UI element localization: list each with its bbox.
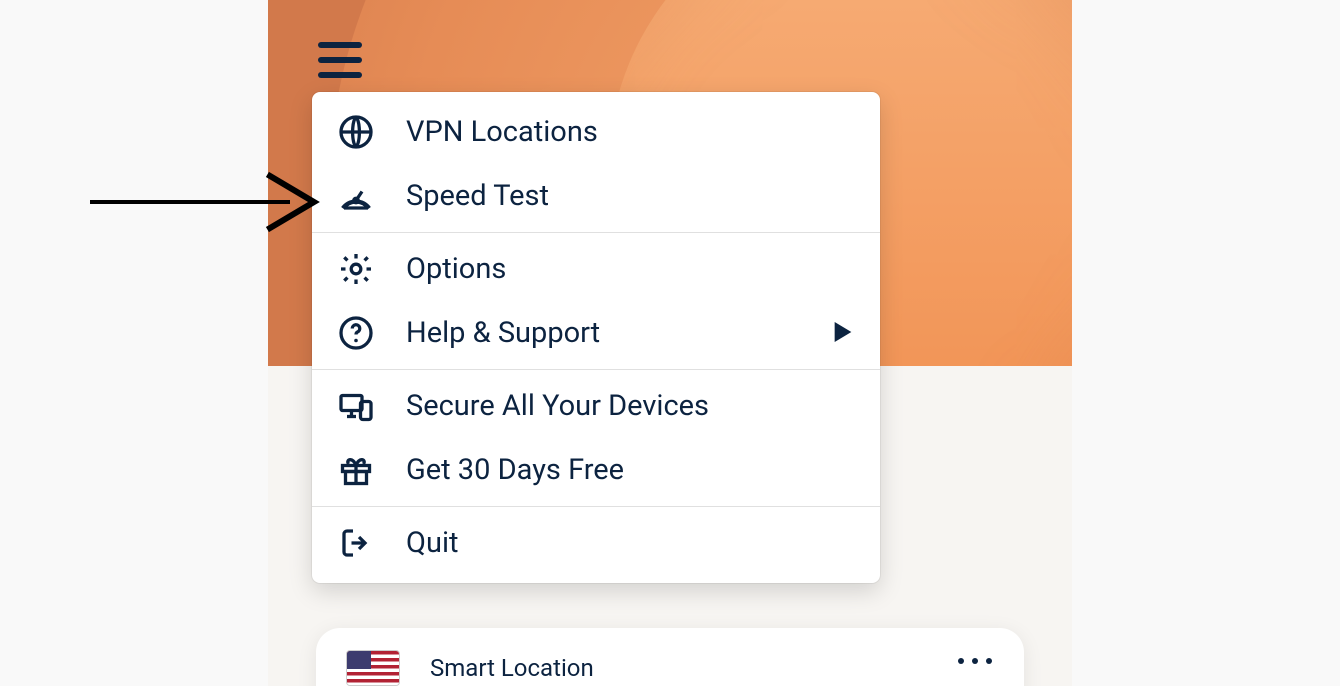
gear-icon [338,251,374,287]
menu-item-secure-devices[interactable]: Secure All Your Devices [312,374,880,438]
more-options-button[interactable] [958,658,992,664]
menu-item-label: Options [406,252,506,286]
menu-item-label: Secure All Your Devices [406,389,709,423]
menu-item-quit[interactable]: Quit [312,511,880,575]
submenu-arrow-icon [834,316,852,350]
hamburger-button[interactable] [318,42,362,78]
menu-item-label: Quit [406,526,458,560]
menu-item-label: Help & Support [406,316,600,350]
menu-item-label: VPN Locations [406,115,598,149]
us-flag-icon [346,650,400,686]
app-window: VPN Locations Speed Test [268,0,1072,686]
hamburger-menu: VPN Locations Speed Test [312,92,880,583]
menu-item-label: Get 30 Days Free [406,453,624,487]
menu-item-vpn-locations[interactable]: VPN Locations [312,100,880,164]
menu-item-help-support[interactable]: Help & Support [312,301,880,365]
gift-icon [338,452,374,488]
gauge-icon [338,178,374,214]
menu-item-label: Speed Test [406,179,549,213]
annotation-arrow [90,170,320,238]
help-icon [338,315,374,351]
menu-separator [312,506,880,507]
location-title: Smart Location [430,654,594,682]
menu-separator [312,232,880,233]
menu-item-speed-test[interactable]: Speed Test [312,164,880,228]
menu-separator [312,369,880,370]
devices-icon [338,388,374,424]
menu-item-options[interactable]: Options [312,237,880,301]
menu-item-get-free[interactable]: Get 30 Days Free [312,438,880,502]
globe-icon [338,114,374,150]
exit-icon [338,525,374,561]
location-card[interactable]: Smart Location [316,628,1024,686]
